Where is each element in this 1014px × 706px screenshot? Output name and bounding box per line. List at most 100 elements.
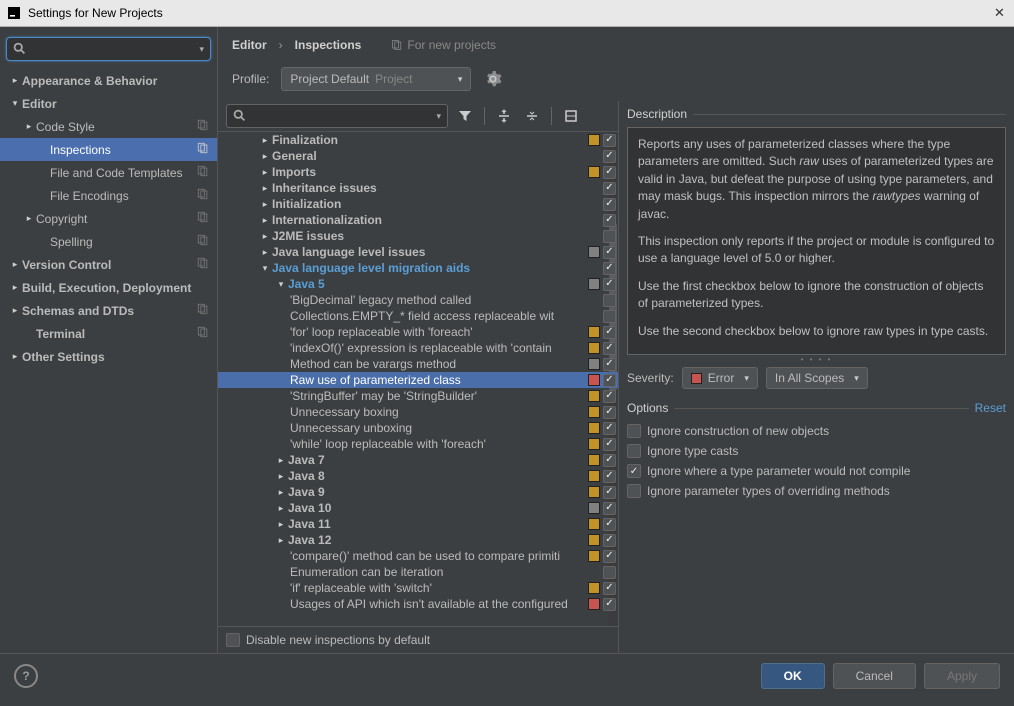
inspection-row[interactable]: Java language level migration aids✓ xyxy=(218,260,618,276)
inspection-row[interactable]: Java language level issues✓ xyxy=(218,244,618,260)
sidebar-item-inspections[interactable]: Inspections xyxy=(0,138,217,161)
inspection-row[interactable]: 'compare()' method can be used to compar… xyxy=(218,548,618,564)
inspection-row[interactable]: J2ME issues xyxy=(218,228,618,244)
inspection-row[interactable]: General✓ xyxy=(218,148,618,164)
disable-new-inspections-checkbox[interactable] xyxy=(226,633,240,647)
profile-select[interactable]: Project Default Project ▾ xyxy=(281,67,471,91)
inspection-label: Java 7 xyxy=(288,453,618,467)
splitter-handle[interactable]: • • • • xyxy=(627,355,1006,363)
inspection-row[interactable]: Unnecessary boxing✓ xyxy=(218,404,618,420)
help-button[interactable]: ? xyxy=(14,664,38,688)
inspection-search-input[interactable]: ▾ xyxy=(226,104,448,128)
inspection-row[interactable]: Java 5✓ xyxy=(218,276,618,292)
inspection-row[interactable]: Initialization✓ xyxy=(218,196,618,212)
inspection-row[interactable]: Java 7✓ xyxy=(218,452,618,468)
inspection-checkbox[interactable]: ✓ xyxy=(603,150,616,163)
inspection-checkbox[interactable]: ✓ xyxy=(603,502,616,515)
inspection-checkbox[interactable]: ✓ xyxy=(603,198,616,211)
inspection-checkbox[interactable]: ✓ xyxy=(603,182,616,195)
inspection-row[interactable]: Method can be varargs method✓ xyxy=(218,356,618,372)
inspection-row[interactable]: Java 8✓ xyxy=(218,468,618,484)
inspection-checkbox[interactable]: ✓ xyxy=(603,278,616,291)
sidebar-item-copyright[interactable]: Copyright xyxy=(0,207,217,230)
inspection-checkbox[interactable]: ✓ xyxy=(603,454,616,467)
inspection-checkbox[interactable]: ✓ xyxy=(603,358,616,371)
inspection-checkbox[interactable]: ✓ xyxy=(603,550,616,563)
inspection-row[interactable]: 'for' loop replaceable with 'foreach'✓ xyxy=(218,324,618,340)
sidebar-search-input[interactable]: ▾ xyxy=(6,37,211,61)
inspection-row[interactable]: Finalization✓ xyxy=(218,132,618,148)
sidebar-item-file-and-code-templates[interactable]: File and Code Templates xyxy=(0,161,217,184)
apply-button[interactable]: Apply xyxy=(924,663,1000,689)
sidebar-item-build-execution-deployment[interactable]: Build, Execution, Deployment xyxy=(0,276,217,299)
inspection-checkbox[interactable]: ✓ xyxy=(603,246,616,259)
inspection-checkbox[interactable]: ✓ xyxy=(603,342,616,355)
inspection-row[interactable]: 'indexOf()' expression is replaceable wi… xyxy=(218,340,618,356)
sidebar-item-editor[interactable]: Editor xyxy=(0,92,217,115)
reset-icon[interactable] xyxy=(560,105,582,127)
inspection-row[interactable]: Java 11✓ xyxy=(218,516,618,532)
scope-select[interactable]: In All Scopes ▾ xyxy=(766,367,868,389)
inspection-row[interactable]: Java 9✓ xyxy=(218,484,618,500)
inspection-row[interactable]: 'StringBuffer' may be 'StringBuilder'✓ xyxy=(218,388,618,404)
inspection-row[interactable]: Usages of API which isn't available at t… xyxy=(218,596,618,612)
inspection-checkbox[interactable]: ✓ xyxy=(603,390,616,403)
inspection-checkbox[interactable]: ✓ xyxy=(603,374,616,387)
inspection-checkbox[interactable]: ✓ xyxy=(603,598,616,611)
inspection-row[interactable]: Collections.EMPTY_* field access replace… xyxy=(218,308,618,324)
option-checkbox[interactable] xyxy=(627,464,641,478)
ok-button[interactable]: OK xyxy=(761,663,825,689)
cancel-button[interactable]: Cancel xyxy=(833,663,916,689)
inspection-checkbox[interactable]: ✓ xyxy=(603,406,616,419)
expand-all-icon[interactable] xyxy=(493,105,515,127)
inspection-checkbox[interactable]: ✓ xyxy=(603,326,616,339)
inspection-row[interactable]: Java 10✓ xyxy=(218,500,618,516)
option-checkbox[interactable] xyxy=(627,444,641,458)
inspection-row[interactable]: 'while' loop replaceable with 'foreach'✓ xyxy=(218,436,618,452)
inspection-label: Java language level migration aids xyxy=(272,261,618,275)
inspection-checkbox[interactable]: ✓ xyxy=(603,262,616,275)
inspection-checkbox[interactable]: ✓ xyxy=(603,214,616,227)
inspection-checkbox[interactable]: ✓ xyxy=(603,518,616,531)
option-checkbox[interactable] xyxy=(627,484,641,498)
sidebar-item-appearance-behavior[interactable]: Appearance & Behavior xyxy=(0,69,217,92)
close-icon[interactable]: ✕ xyxy=(991,5,1008,22)
inspection-row[interactable]: Java 12✓ xyxy=(218,532,618,548)
reset-link[interactable]: Reset xyxy=(975,401,1006,415)
inspection-label: 'BigDecimal' legacy method called xyxy=(290,293,618,307)
inspection-checkbox[interactable]: ✓ xyxy=(603,438,616,451)
inspection-row[interactable]: Enumeration can be iteration xyxy=(218,564,618,580)
sidebar-item-label: Copyright xyxy=(36,212,87,226)
sidebar-item-schemas-and-dtds[interactable]: Schemas and DTDs xyxy=(0,299,217,322)
gear-icon[interactable] xyxy=(483,69,503,89)
inspection-row[interactable]: Unnecessary unboxing✓ xyxy=(218,420,618,436)
inspection-checkbox[interactable]: ✓ xyxy=(603,470,616,483)
inspection-checkbox[interactable] xyxy=(603,230,616,243)
sidebar-item-file-encodings[interactable]: File Encodings xyxy=(0,184,217,207)
sidebar-item-other-settings[interactable]: Other Settings xyxy=(0,345,217,368)
inspection-checkbox[interactable]: ✓ xyxy=(603,422,616,435)
inspection-checkbox[interactable] xyxy=(603,566,616,579)
inspection-row[interactable]: Imports✓ xyxy=(218,164,618,180)
inspection-checkbox[interactable]: ✓ xyxy=(603,166,616,179)
inspection-row[interactable]: 'if' replaceable with 'switch'✓ xyxy=(218,580,618,596)
inspection-row[interactable]: 'BigDecimal' legacy method called xyxy=(218,292,618,308)
sidebar-item-code-style[interactable]: Code Style xyxy=(0,115,217,138)
inspection-checkbox[interactable] xyxy=(603,294,616,307)
collapse-all-icon[interactable] xyxy=(521,105,543,127)
inspection-checkbox[interactable]: ✓ xyxy=(603,486,616,499)
sidebar-item-spelling[interactable]: Spelling xyxy=(0,230,217,253)
inspection-row[interactable]: Inheritance issues✓ xyxy=(218,180,618,196)
severity-select[interactable]: Error ▾ xyxy=(682,367,758,389)
option-checkbox[interactable] xyxy=(627,424,641,438)
inspection-label: Java 5 xyxy=(288,277,618,291)
inspection-row[interactable]: Internationalization✓ xyxy=(218,212,618,228)
sidebar-item-version-control[interactable]: Version Control xyxy=(0,253,217,276)
inspection-row[interactable]: Raw use of parameterized class✓ xyxy=(218,372,618,388)
filter-icon[interactable] xyxy=(454,105,476,127)
inspection-checkbox[interactable]: ✓ xyxy=(603,134,616,147)
inspection-checkbox[interactable] xyxy=(603,310,616,323)
sidebar-item-terminal[interactable]: Terminal xyxy=(0,322,217,345)
inspection-checkbox[interactable]: ✓ xyxy=(603,534,616,547)
inspection-checkbox[interactable]: ✓ xyxy=(603,582,616,595)
